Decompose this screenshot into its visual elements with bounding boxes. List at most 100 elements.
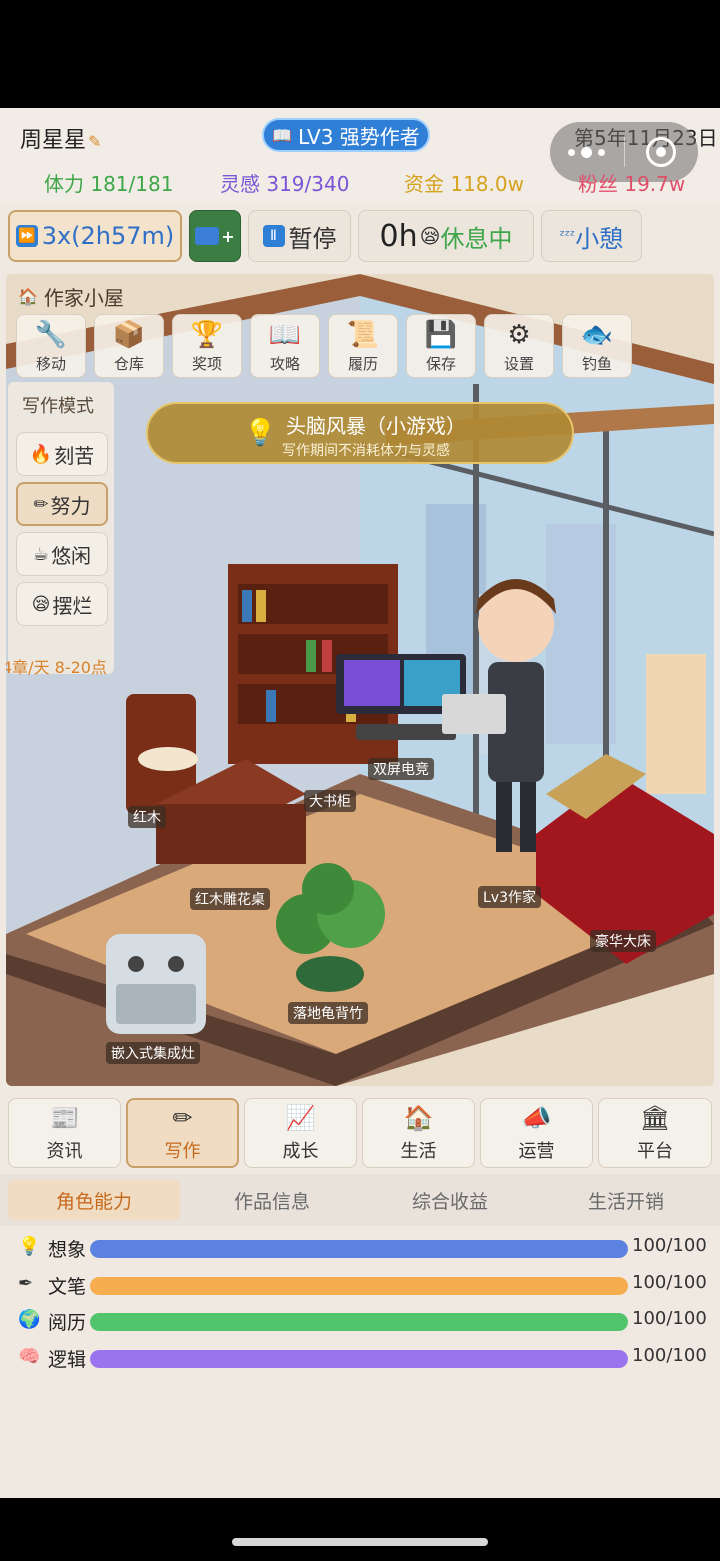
nap-button[interactable]: ᶻᶻᶻ 小憩 <box>541 210 642 262</box>
brainstorm-title: 头脑风暴（小游戏） <box>286 414 466 438</box>
ability-bar-fill <box>90 1240 628 1258</box>
tool-label: 攻略 <box>269 354 300 373</box>
mode-leisure-button[interactable]: ☕ 悠闲 <box>16 532 108 576</box>
desk-label[interactable]: 红木雕花桌 <box>190 888 270 910</box>
globe-icon: 🌍 <box>18 1309 41 1330</box>
tool-move[interactable]: 🔧 移动 <box>16 314 86 378</box>
pen-icon: ✒ <box>18 1273 34 1294</box>
sub-tabs: 角色能力 作品信息 综合收益 生活开销 <box>0 1174 720 1226</box>
nav-label: 运营 <box>518 1141 555 1162</box>
nav-label: 写作 <box>164 1141 201 1162</box>
nav-label: 资讯 <box>46 1141 83 1162</box>
mode-slack-button[interactable]: 😪 摆烂 <box>16 582 108 626</box>
brainstorm-minigame-button[interactable]: 💡 头脑风暴（小游戏） 写作期间不消耗体力与灵感 <box>146 402 574 464</box>
writer-room-scene: 🏠 作家小屋 🔧 移动 📦 仓库 🏆 奖项 📖 攻略 📜 履历 💾 保存 ⚙ 设置 🐟 钓鱼 写… <box>6 274 714 1086</box>
player-header: 周星星✎ 📖 LV3 强势作者 第5年11月23日 体力 181/181 灵感 … <box>0 108 720 204</box>
ability-name: 阅历 <box>48 1312 87 1334</box>
tool-save[interactable]: 💾 保存 <box>406 314 476 378</box>
rest-status-button[interactable]: 0h 😪 休息中 <box>358 210 534 262</box>
plant-label[interactable]: 落地龟背竹 <box>288 1002 368 1024</box>
sleepy-face-icon: 😪 <box>419 224 441 248</box>
pencil-icon: ✏ <box>172 1104 193 1132</box>
mode-label: 努力 <box>50 493 91 518</box>
tool-guide[interactable]: 📖 攻略 <box>250 314 320 378</box>
book-icon: 📖 <box>268 319 302 350</box>
ability-row: ✒ 文笔 100/100 <box>18 1271 708 1301</box>
sleepy-face-icon: 😪 <box>31 593 51 615</box>
rest-status-label: 休息中 <box>440 224 513 253</box>
nav-label: 平台 <box>637 1141 673 1162</box>
bookshelf-label[interactable]: 大书柜 <box>304 790 356 812</box>
stove-label[interactable]: 嵌入式集成灶 <box>106 1042 200 1064</box>
player-name-text: 周星星 <box>20 128 87 153</box>
writing-mode-panel: 写作模式 🔥 刻苦 ✏ 努力 ☕ 悠闲 😪 摆烂 4章/天 8-20点 <box>6 382 114 677</box>
rest-hours: 0h <box>379 218 418 254</box>
chair-label[interactable]: 红木 <box>128 806 166 828</box>
ability-row: 🧠 逻辑 100/100 <box>18 1344 708 1374</box>
tool-awards[interactable]: 🏆 奖项 <box>172 314 242 378</box>
bulb-icon: 💡 <box>244 418 277 448</box>
system-nav-bar <box>0 1498 720 1561</box>
plus-icon: + <box>221 226 235 246</box>
nav-life[interactable]: 🏠 生活 <box>362 1098 475 1168</box>
speed-label: 3x(2h57m) <box>41 222 175 250</box>
ability-value: 100/100 <box>632 1272 707 1293</box>
nav-operations[interactable]: 📣 运营 <box>480 1098 593 1168</box>
nav-label: 成长 <box>282 1141 319 1162</box>
trophy-icon: 🏆 <box>190 319 224 350</box>
ability-bar-fill <box>90 1313 628 1331</box>
mode-hardwork-button[interactable]: 🔥 刻苦 <box>16 432 108 476</box>
level-badge[interactable]: 📖 LV3 强势作者 <box>262 118 430 152</box>
tool-resume[interactable]: 📜 履历 <box>328 314 398 378</box>
bed-label[interactable]: 豪华大床 <box>590 930 656 952</box>
home-indicator[interactable] <box>232 1538 488 1546</box>
nap-label: 小憩 <box>575 224 624 253</box>
mode-effort-button[interactable]: ✏ 努力 <box>16 482 108 526</box>
tool-label: 履历 <box>347 354 378 373</box>
nav-platform[interactable]: 🏛 平台 <box>598 1098 712 1168</box>
status-bar <box>0 0 720 108</box>
ability-bar-fill <box>90 1277 628 1295</box>
level-badge-label: LV3 强势作者 <box>298 124 420 149</box>
tab-abilities[interactable]: 角色能力 <box>8 1180 180 1220</box>
ability-value: 100/100 <box>632 1308 707 1329</box>
news-icon: 📰 <box>49 1104 80 1132</box>
tab-expenses[interactable]: 生活开销 <box>540 1180 712 1220</box>
tool-warehouse[interactable]: 📦 仓库 <box>94 314 164 378</box>
floppy-icon: 💾 <box>424 319 458 350</box>
mode-label: 摆烂 <box>52 593 93 618</box>
ability-bar <box>90 1313 628 1331</box>
tool-settings[interactable]: ⚙ 设置 <box>484 314 554 378</box>
fans-stat: 粉丝 19.7w <box>578 172 686 196</box>
house-icon: 🏠 <box>403 1104 434 1132</box>
ability-name: 想象 <box>48 1239 87 1261</box>
tab-works[interactable]: 作品信息 <box>186 1180 358 1220</box>
megaphone-icon: 📣 <box>521 1104 552 1132</box>
scene-toolbar: 🔧 移动 📦 仓库 🏆 奖项 📖 攻略 📜 履历 💾 保存 ⚙ 设置 🐟 钓鱼 <box>16 314 632 378</box>
nav-news[interactable]: 📰 资讯 <box>8 1098 121 1168</box>
game-app: 周星星✎ 📖 LV3 强势作者 第5年11月23日 体力 181/181 灵感 … <box>0 108 720 1498</box>
writer-label[interactable]: Lv3作家 <box>478 886 541 908</box>
book-icon: 📖 <box>272 125 293 145</box>
nav-growth[interactable]: 📈 成长 <box>244 1098 357 1168</box>
gear-icon: ⚙ <box>507 319 531 350</box>
tv-ad-button[interactable]: + <box>189 210 241 262</box>
mode-label: 刻苦 <box>54 443 95 468</box>
mode-label: 悠闲 <box>51 543 92 568</box>
tool-label: 保存 <box>425 354 456 373</box>
edit-pencil-icon[interactable]: ✎ <box>88 132 101 151</box>
player-name[interactable]: 周星星 ✎ <box>20 122 101 154</box>
inspiration-stat: 灵感 319/340 <box>220 172 350 196</box>
tool-fishing[interactable]: 🐟 钓鱼 <box>562 314 632 378</box>
speed-button[interactable]: ⏩ 3x(2h57m) <box>8 210 182 262</box>
gaming-setup-label[interactable]: 双屏电竞 <box>368 758 434 780</box>
fish-icon: 🐟 <box>580 319 614 350</box>
tool-label: 设置 <box>503 354 534 373</box>
ability-name: 逻辑 <box>48 1349 87 1371</box>
wrench-icon: 🔧 <box>34 319 68 350</box>
ability-row: 💡 想象 100/100 <box>18 1234 708 1264</box>
ability-bar <box>90 1350 628 1368</box>
tab-income[interactable]: 综合收益 <box>364 1180 536 1220</box>
nav-writing[interactable]: ✏ 写作 <box>126 1098 239 1168</box>
pause-button[interactable]: Ⅱ 暂停 <box>248 210 351 262</box>
